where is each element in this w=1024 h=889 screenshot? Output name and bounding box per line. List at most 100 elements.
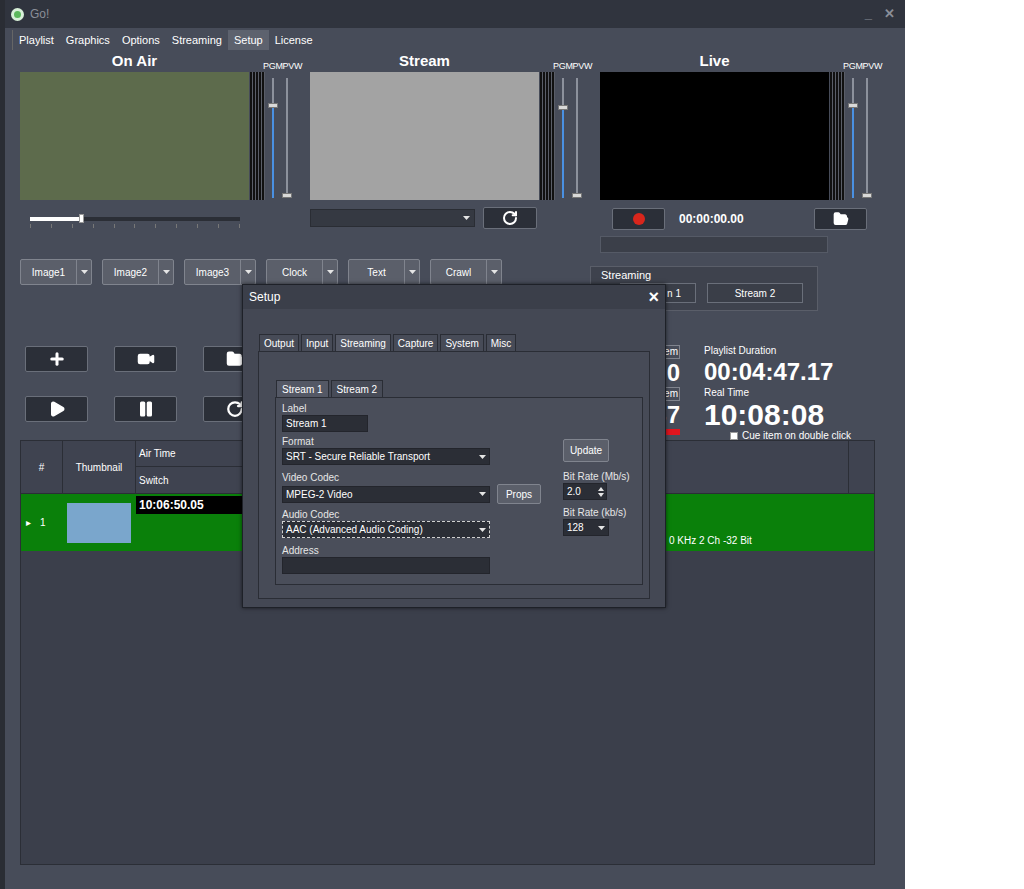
menu-item[interactable]: Playlist	[13, 30, 60, 50]
transport-button[interactable]	[114, 346, 177, 372]
caret-down-icon	[479, 455, 486, 459]
select[interactable]: MPEG-2 Video	[282, 486, 490, 503]
fader[interactable]	[281, 72, 293, 200]
graphics-button[interactable]: Crawl	[430, 259, 502, 285]
label-input[interactable]: Stream 1	[282, 415, 368, 432]
menu-item[interactable]: Graphics	[60, 30, 116, 50]
fader-label: PVW	[283, 61, 303, 72]
stat-value: 00:04:47.17	[704, 357, 833, 387]
caret-down-icon	[327, 270, 334, 274]
fader-label: PVW	[863, 61, 883, 72]
transport-icon	[226, 350, 244, 368]
record-progress	[600, 236, 828, 253]
level-meter	[540, 72, 555, 200]
monitor-title: On Air	[20, 50, 249, 72]
monitor-screen	[600, 72, 829, 200]
setup-dialog: Setup×OutputInputStreamingCaptureSystemM…	[242, 284, 666, 608]
props-button[interactable]: Props	[497, 484, 541, 504]
thumbnail	[67, 503, 131, 543]
transport-icon	[137, 350, 155, 368]
monitor: On Air PGMPVW	[20, 50, 300, 258]
fader[interactable]	[557, 72, 569, 200]
transport-icon	[137, 400, 155, 418]
monitor: Stream PGMPVW	[310, 50, 590, 258]
setup-tab[interactable]: Capture	[393, 334, 439, 351]
record-button[interactable]	[612, 208, 665, 230]
stream-tab[interactable]: Stream 2	[331, 380, 384, 397]
fader[interactable]	[847, 72, 859, 200]
update-button[interactable]: Update	[563, 439, 609, 462]
setup-tab[interactable]: Misc	[486, 334, 517, 351]
source-select[interactable]	[310, 209, 475, 227]
caret-down-icon	[245, 270, 252, 274]
seek-slider[interactable]	[30, 217, 240, 221]
transport-button[interactable]	[114, 396, 177, 422]
setup-tab[interactable]: Output	[259, 334, 299, 351]
select[interactable]: SRT - Secure Reliable Transport	[282, 448, 490, 465]
fader[interactable]	[861, 72, 873, 200]
app-window: Go!_✕PlaylistGraphicsOptionsStreamingSet…	[0, 0, 905, 889]
setup-tab[interactable]: Streaming	[335, 334, 391, 351]
caret-down-icon	[409, 270, 416, 274]
stat-label: Real Time	[704, 387, 851, 399]
setup-tab[interactable]: Input	[301, 334, 333, 351]
menu-bar: PlaylistGraphicsOptionsStreamingSetupLic…	[12, 30, 905, 50]
menu-item[interactable]: License	[269, 30, 319, 50]
graphics-button[interactable]: Image3	[184, 259, 256, 285]
tab-content: Stream 1Stream 2LabelStream 1FormatSRT -…	[258, 351, 650, 599]
transport-icon	[226, 400, 244, 418]
record-time: 00:00:00.00	[679, 210, 744, 228]
stream-button[interactable]: Stream 2	[707, 283, 803, 303]
caret-down-icon	[81, 270, 88, 274]
graphics-button[interactable]: Clock	[266, 259, 338, 285]
monitor-title: Live	[600, 50, 829, 72]
level-meter	[250, 72, 265, 200]
stat-label: Playlist Duration	[704, 345, 833, 357]
window-control[interactable]: _	[865, 4, 872, 24]
fader-label: PVW	[573, 61, 593, 72]
select[interactable]: AAC (Advanced Audio Coding)	[282, 521, 490, 538]
folder-button[interactable]	[814, 208, 867, 230]
window-control[interactable]: ✕	[884, 4, 895, 24]
graphics-button[interactable]: Image2	[102, 259, 174, 285]
setup-tab[interactable]: System	[440, 334, 483, 351]
monitors: On AirPGMPVWStreamPGMPVWLivePGMPVW00:00:…	[5, 50, 905, 258]
graphics-button[interactable]: Text	[348, 259, 420, 285]
dialog-title-bar: Setup×	[243, 285, 665, 309]
monitor-screen	[310, 72, 539, 200]
caret-down-icon	[163, 270, 170, 274]
fader[interactable]	[267, 72, 279, 200]
fader[interactable]	[571, 72, 583, 200]
stat-value: 0	[667, 359, 680, 387]
fader-label: PGM	[263, 61, 283, 72]
setup-tabs: OutputInputStreamingCaptureSystemMisc	[258, 334, 665, 351]
caret-down-icon	[479, 528, 486, 532]
logo-icon	[11, 8, 24, 21]
menu-item[interactable]: Setup	[228, 30, 269, 50]
stream-tab[interactable]: Stream 1	[276, 380, 329, 397]
transport-button[interactable]	[25, 396, 88, 422]
transport-icon	[48, 350, 66, 368]
monitor-title: Stream	[310, 50, 539, 72]
video-bitrate-spinner[interactable]: 2.0	[563, 483, 607, 500]
desktop-background	[905, 0, 1024, 889]
transport-icon	[48, 400, 66, 418]
address-input[interactable]	[282, 557, 490, 574]
graphics-button[interactable]: Image1	[20, 259, 92, 285]
record-icon	[633, 213, 645, 225]
graphics-bar: Image1 Image2 Image3 Clock Text Crawl	[20, 259, 585, 285]
caret-down-icon	[598, 526, 605, 530]
menu-item[interactable]: Options	[116, 30, 166, 50]
transport-button[interactable]	[25, 346, 88, 372]
monitor-screen	[20, 72, 249, 200]
level-meter	[830, 72, 845, 200]
select[interactable]: 128	[563, 519, 609, 536]
close-button[interactable]: ×	[648, 288, 659, 306]
fader-label: PGM	[553, 61, 573, 72]
caret-down-icon	[491, 270, 498, 274]
air-time: 10:06:50.05	[136, 496, 243, 514]
menu-item[interactable]: Streaming	[166, 30, 228, 50]
window-title: Go!	[30, 5, 49, 23]
stream-settings: LabelStream 1FormatSRT - Secure Reliable…	[275, 397, 643, 585]
refresh-button[interactable]	[483, 207, 537, 229]
